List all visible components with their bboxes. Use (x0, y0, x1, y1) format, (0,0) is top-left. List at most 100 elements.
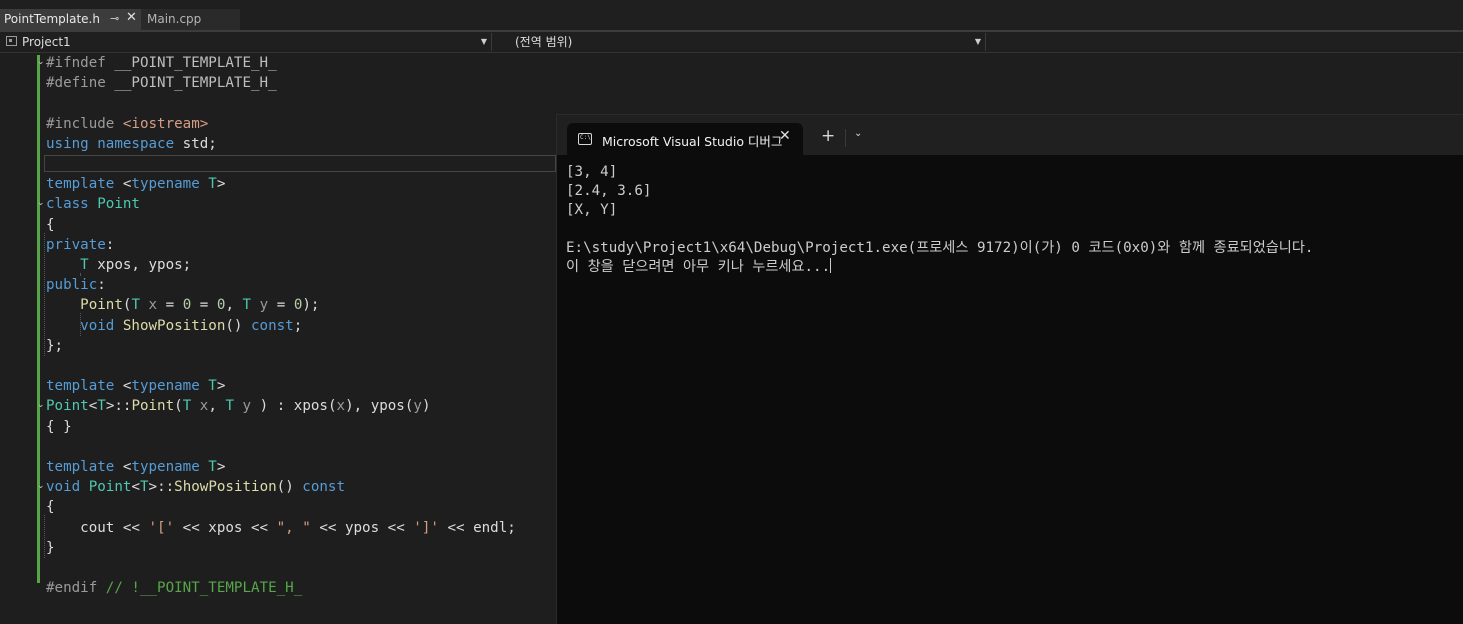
code-line: void Point<T>::ShowPosition() const (46, 477, 345, 497)
scope-dropdown[interactable]: (전역 범위) ▼ (496, 33, 986, 51)
code-token: y (413, 398, 422, 415)
fold-toggle-icon[interactable]: ⌄ (37, 53, 46, 73)
project-icon (6, 36, 17, 46)
code-token: = (165, 297, 183, 314)
code-token: T (225, 398, 243, 415)
tab-label: PointTemplate.h (4, 12, 100, 26)
scope-label: (전역 범위) (515, 35, 573, 49)
code-token: () (276, 479, 303, 496)
code-line: }; (46, 336, 63, 356)
code-token: >:: (105, 398, 132, 415)
fold-toggle-icon[interactable]: ⌄ (37, 396, 46, 416)
text-cursor (830, 258, 832, 273)
new-tab-plus-icon[interactable]: + (821, 126, 835, 146)
code-token: , (208, 398, 226, 415)
code-editor[interactable]: #ifndef __POINT_TEMPLATE_H_ #define __POI… (0, 53, 556, 624)
code-token: y (242, 398, 252, 415)
code-token: ShowPosition (174, 479, 277, 496)
code-line: class Point (46, 194, 140, 214)
code-token: const (302, 479, 345, 496)
code-line: using namespace std; (46, 134, 217, 154)
code-token: void (80, 317, 123, 334)
console-titlebar: C:\ Microsoft Visual Studio 디버그 ✕ + ⌄ (557, 115, 1463, 155)
code-line: #include <iostream> (46, 114, 208, 134)
code-token: using namespace (46, 135, 183, 152)
current-line-highlight (44, 155, 556, 172)
close-icon[interactable]: ✕ (779, 128, 791, 144)
console-line: [3, 4] (566, 164, 618, 180)
code-token: cout << (46, 519, 149, 536)
indent-guide (80, 313, 81, 336)
code-token: = (191, 297, 217, 314)
code-token: < (88, 398, 98, 415)
code-token: #include (46, 115, 123, 132)
code-line: T xpos, ypos; (46, 255, 191, 275)
code-token: > (216, 459, 226, 475)
project-dropdown[interactable]: Project1 ▼ (4, 33, 492, 51)
code-token: > (216, 378, 226, 395)
code-token: Point (80, 297, 123, 314)
code-token: { (46, 216, 55, 233)
code-token: ); (302, 297, 320, 314)
code-token: __POINT_TEMPLATE_H_ (114, 75, 277, 92)
code-token: std; (182, 135, 217, 152)
terminal-icon: C:\ (578, 133, 592, 145)
code-token: #ifndef (46, 55, 115, 71)
code-token: Point (97, 196, 140, 213)
debug-console-window[interactable]: C:\ Microsoft Visual Studio 디버그 ✕ + ⌄ [3… (556, 114, 1463, 624)
code-line: { (46, 497, 55, 517)
fold-toggle-icon[interactable]: ⌄ (37, 477, 46, 497)
code-line: template <typename T> (46, 457, 225, 477)
code-token: x (336, 398, 346, 415)
code-token: '[' (148, 519, 175, 536)
code-token: xpos, ypos; (97, 257, 192, 273)
close-icon[interactable]: ✕ (126, 8, 137, 28)
code-token: xpos (293, 398, 328, 415)
code-token: 0 (182, 297, 192, 314)
code-token: T (208, 459, 217, 475)
code-token: { (46, 499, 55, 516)
code-token: () (225, 317, 252, 334)
project-label: Project1 (22, 35, 71, 49)
code-token: << endl; (438, 519, 516, 536)
code-token: << xpos << (174, 519, 277, 536)
code-token: ) : (251, 398, 294, 415)
code-line: { (46, 215, 55, 235)
code-token: y (259, 297, 277, 314)
code-token: ; (293, 317, 303, 334)
indent-guide (44, 515, 45, 558)
code-line: #endif // !__POINT_TEMPLATE_H_ (46, 578, 302, 598)
code-token: void (46, 479, 89, 496)
code-token: ']' (413, 519, 439, 536)
fold-toggle-icon[interactable]: ⌄ (37, 194, 46, 214)
code-token: x (148, 297, 166, 314)
tab-pointtemplate-h[interactable]: PointTemplate.h ⊸ ✕ (0, 9, 141, 30)
change-tracking-bar (37, 55, 40, 583)
code-token: template (46, 176, 123, 193)
code-token: public (46, 277, 98, 294)
member-dropdown[interactable] (990, 33, 1463, 51)
code-token: >:: (148, 479, 175, 496)
code-token: ( (327, 398, 337, 415)
chevron-down-icon[interactable]: ⌄ (854, 128, 862, 139)
code-token: Point (131, 398, 175, 415)
code-token: = (276, 297, 294, 314)
code-line: Point(T x = 0 = 0, T y = 0); (46, 295, 319, 315)
code-token: template (46, 378, 123, 395)
code-line: cout << '[' << xpos << ", " << ypos << '… (46, 518, 516, 538)
tab-main-cpp[interactable]: Main.cpp (141, 9, 240, 30)
console-line: [2.4, 3.6] (566, 183, 652, 199)
code-token: T (182, 398, 200, 415)
console-output: [3, 4] [2.4, 3.6] [X, Y] E:\study\Project1\… (566, 163, 1313, 277)
chevron-down-icon: ▼ (974, 37, 981, 46)
indent-guide (44, 232, 45, 356)
pin-icon[interactable]: ⊸ (110, 9, 119, 29)
code-line: Point<T>::Point(T x, T y ) : xpos(x), yp… (46, 396, 431, 416)
code-token: Point (46, 398, 89, 415)
console-tab[interactable]: C:\ Microsoft Visual Studio 디버그 ✕ (567, 123, 803, 155)
code-token: T (97, 398, 106, 415)
code-token: ), (345, 398, 371, 415)
